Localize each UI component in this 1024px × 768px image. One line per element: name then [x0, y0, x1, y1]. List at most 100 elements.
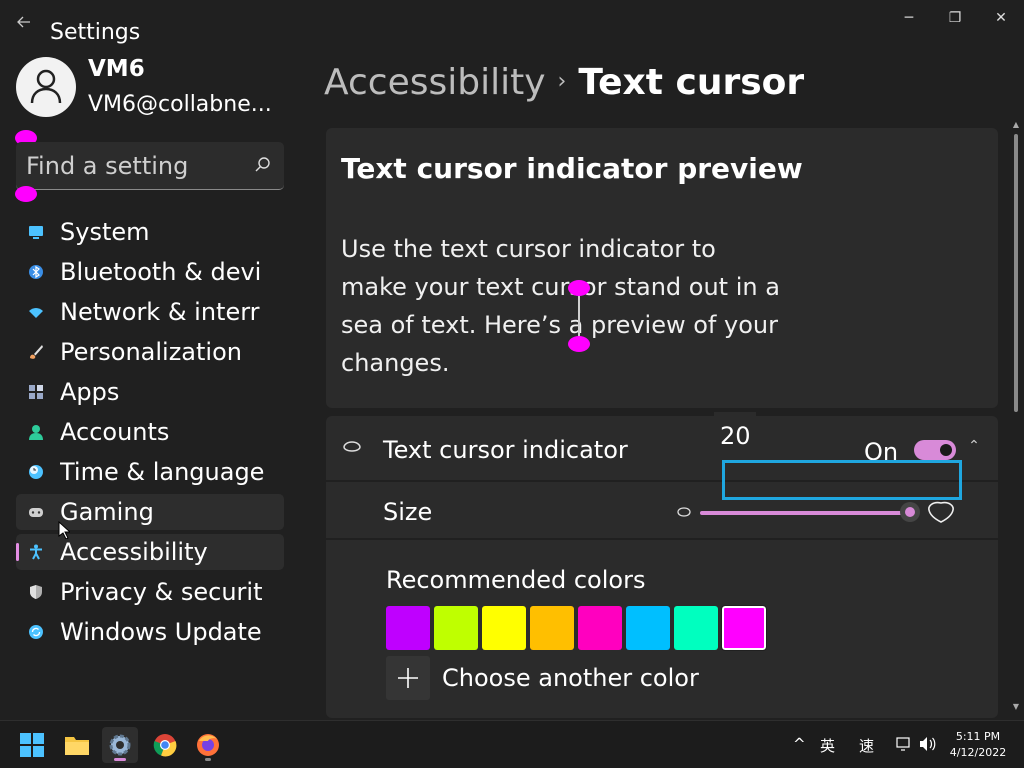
- sidebar-item-personalization[interactable]: Personalization: [16, 334, 284, 370]
- wifi-icon: [29, 308, 43, 318]
- sidebar-item-label: Apps: [60, 378, 120, 406]
- title-bar: Settings ─ ❐ ✕: [0, 0, 1024, 48]
- scroll-thumb[interactable]: [1014, 134, 1018, 412]
- avatar[interactable]: [16, 57, 76, 117]
- gamepad-icon: [29, 508, 43, 517]
- size-label: Size: [383, 498, 433, 526]
- clock-date: 4/12/2022: [949, 746, 1007, 759]
- sidebar-item-network[interactable]: Network & interr: [16, 294, 284, 330]
- sidebar-item-gaming[interactable]: Gaming: [16, 494, 284, 530]
- scroll-down-arrow-icon[interactable]: ▼: [1012, 702, 1020, 712]
- accessibility-icon: [30, 544, 42, 560]
- monitor-icon: [29, 226, 43, 239]
- back-button[interactable]: [12, 12, 36, 36]
- sidebar-item-privacy[interactable]: Privacy & securit: [16, 574, 284, 610]
- apps-icon: [29, 385, 43, 399]
- volume-icon[interactable]: [919, 736, 937, 752]
- color-swatch-yellow[interactable]: [482, 606, 526, 650]
- recommended-colors-section: Recommended colors Choose another color: [326, 542, 998, 718]
- search-box[interactable]: [16, 142, 284, 190]
- sidebar-item-label: Network & interr: [60, 298, 260, 326]
- preview-title: Text cursor indicator preview: [341, 152, 803, 185]
- start-button[interactable]: [14, 727, 50, 763]
- taskbar: ^ 英 速 5:11 PM 4/12/2022: [0, 720, 1024, 768]
- color-swatch-sky-blue[interactable]: [626, 606, 670, 650]
- firefox-icon: [197, 734, 219, 756]
- running-app-indicator: [205, 758, 211, 761]
- preview-text: Use the text cursor indicator to make yo…: [341, 230, 801, 382]
- user-email: VM6@collabne...: [88, 92, 272, 117]
- cursor-indicator-icon: [343, 441, 361, 452]
- sidebar-item-apps[interactable]: Apps: [16, 374, 284, 410]
- preview-indicator-top: [568, 280, 590, 296]
- firefox-button[interactable]: [190, 727, 226, 763]
- chrome-button[interactable]: [147, 727, 183, 763]
- color-swatch-lime[interactable]: [434, 606, 478, 650]
- ime-mode-indicator[interactable]: 速: [859, 735, 874, 756]
- color-swatches: [386, 605, 770, 651]
- breadcrumb-parent[interactable]: Accessibility: [324, 62, 546, 103]
- sidebar-item-label: Time & language: [60, 458, 265, 486]
- chevron-up-icon[interactable]: ⌃: [966, 438, 982, 454]
- sidebar-item-label: Personalization: [60, 338, 242, 366]
- size-slider-thumb[interactable]: [900, 502, 920, 522]
- tray-overflow-chevron[interactable]: ^: [793, 735, 806, 753]
- choose-another-color-button[interactable]: [386, 656, 430, 700]
- settings-app-button[interactable]: [102, 727, 138, 763]
- minimize-button[interactable]: ─: [886, 4, 932, 32]
- sidebar-item-time-language[interactable]: Time & language: [16, 454, 284, 490]
- sidebar-item-label: Windows Update: [60, 618, 262, 646]
- color-swatch-aqua[interactable]: [674, 606, 718, 650]
- preview-line: Use the text cursor indicator to: [341, 235, 716, 263]
- sidebar-item-label: Gaming: [60, 498, 154, 526]
- mouse-pointer-icon: [58, 521, 70, 539]
- text-cursor-indicator-label: Text cursor indicator: [383, 436, 628, 464]
- app-title: Settings: [50, 20, 141, 45]
- scrollbar[interactable]: ▲ ▼: [1012, 120, 1020, 720]
- large-indicator-icon: [928, 501, 954, 523]
- sidebar-item-bluetooth[interactable]: Bluetooth & devi: [16, 254, 284, 290]
- close-button[interactable]: ✕: [978, 4, 1024, 32]
- magnifier-focus-rectangle: [722, 460, 962, 500]
- sidebar-item-accessibility[interactable]: Accessibility: [16, 534, 284, 570]
- chrome-icon: [153, 734, 177, 757]
- brush-icon: [30, 345, 43, 359]
- color-swatch-pink[interactable]: [578, 606, 622, 650]
- scroll-up-arrow-icon[interactable]: ▲: [1012, 120, 1020, 130]
- gear-icon: [109, 734, 131, 756]
- clock-time: 5:11 PM: [955, 730, 1001, 743]
- ime-language-indicator[interactable]: 英: [820, 735, 835, 756]
- windows-logo-icon: [20, 733, 44, 757]
- choose-another-color-label[interactable]: Choose another color: [442, 664, 699, 692]
- clock-globe-icon: [29, 465, 43, 479]
- text-cursor-indicator-toggle[interactable]: [914, 440, 956, 460]
- search-icon[interactable]: [254, 156, 272, 174]
- preview-indicator-bottom: [568, 336, 590, 352]
- folder-icon: [65, 737, 89, 755]
- recommended-colors-label: Recommended colors: [386, 566, 646, 594]
- sidebar-item-label: Privacy & securit: [60, 578, 263, 606]
- color-swatch-purple[interactable]: [386, 606, 430, 650]
- sidebar-item-accounts[interactable]: Accounts: [16, 414, 284, 450]
- search-input[interactable]: [16, 142, 246, 190]
- file-explorer-button[interactable]: [59, 727, 95, 763]
- selection-indicator: [16, 543, 19, 561]
- update-icon: [29, 625, 43, 639]
- preview-card: Text cursor indicator preview Use the te…: [326, 128, 998, 408]
- size-slider-track[interactable]: [700, 511, 910, 515]
- sidebar-item-windows-update[interactable]: Windows Update: [16, 614, 284, 650]
- network-icon[interactable]: [896, 736, 912, 752]
- breadcrumb: Accessibility › Text cursor: [324, 62, 804, 103]
- maximize-button[interactable]: ❐: [932, 4, 978, 32]
- system-clock[interactable]: 5:11 PM 4/12/2022: [940, 729, 1016, 761]
- small-indicator-icon: [677, 507, 691, 517]
- sidebar-item-system[interactable]: System: [16, 214, 284, 250]
- sidebar-item-label: Bluetooth & devi: [60, 258, 262, 286]
- shield-icon: [30, 585, 42, 599]
- color-swatch-magenta[interactable]: [721, 605, 767, 651]
- slider-value: 20: [720, 422, 751, 450]
- breadcrumb-separator: ›: [557, 69, 567, 94]
- color-swatch-orange[interactable]: [530, 606, 574, 650]
- sidebar-item-label: System: [60, 218, 150, 246]
- sidebar-nav: System Bluetooth & devi Network & interr…: [16, 214, 284, 654]
